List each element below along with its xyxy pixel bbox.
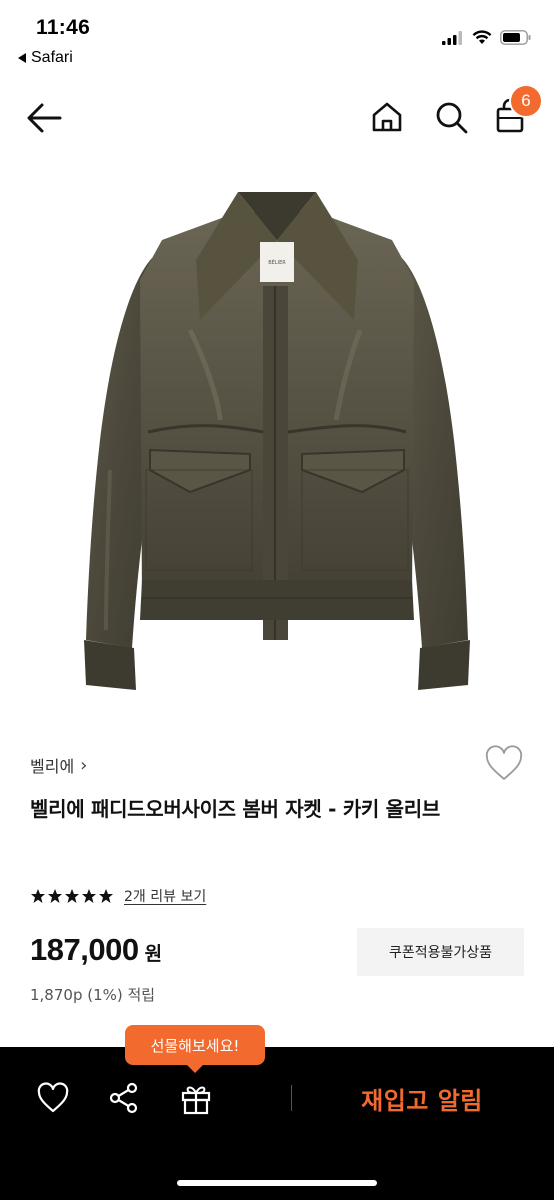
- price-row: 187,000 원: [30, 932, 162, 968]
- search-icon[interactable]: [432, 98, 470, 136]
- heart-icon[interactable]: [36, 1082, 70, 1114]
- brand-name: 벨리에: [30, 757, 75, 776]
- reward-points: 1,870p (1%) 적립: [30, 986, 156, 1004]
- home-indicator: [177, 1180, 377, 1186]
- chevron-right-icon: ›: [80, 754, 88, 776]
- review-link[interactable]: 2개 리뷰 보기: [124, 886, 206, 906]
- brand-link[interactable]: 벨리에 ›: [30, 753, 87, 777]
- cart-count-badge: 6: [509, 84, 543, 118]
- wishlist-heart-icon[interactable]: [484, 745, 524, 783]
- status-time: 11:46: [36, 16, 91, 39]
- star-icon: [65, 889, 79, 903]
- status-icons: [442, 30, 532, 45]
- back-app-label: Safari: [31, 49, 73, 66]
- star-icon: [99, 889, 113, 903]
- back-to-app-link[interactable]: Safari: [18, 49, 73, 67]
- cellular-signal-icon: [442, 30, 462, 45]
- price-unit: 원: [144, 943, 163, 965]
- bottom-bar-divider: [291, 1085, 292, 1111]
- share-icon[interactable]: [106, 1080, 142, 1116]
- home-icon[interactable]: [368, 98, 406, 136]
- gift-tooltip: 선물해보세요!: [125, 1025, 265, 1073]
- restock-alert-button[interactable]: 재입고 알림: [310, 1072, 534, 1124]
- svg-text:BÉLIER: BÉLIER: [268, 258, 286, 266]
- rating-row: 2개 리뷰 보기: [30, 886, 206, 906]
- price-value: 187,000: [30, 932, 139, 967]
- star-icon: [31, 889, 45, 903]
- back-arrow-icon[interactable]: [24, 98, 66, 138]
- product-title: 벨리에 패디드오버사이즈 봄버 자켓 - 카키 올리브: [30, 797, 440, 821]
- gift-icon[interactable]: [178, 1080, 214, 1116]
- back-triangle-icon: [18, 53, 26, 63]
- khaki-bomber-jacket-image: BÉLIER: [84, 192, 470, 690]
- coupon-status-tag: 쿠폰적용불가상품: [357, 928, 524, 976]
- wifi-icon: [472, 30, 492, 44]
- star-icon: [82, 889, 96, 903]
- star-rating: [30, 888, 114, 904]
- star-icon: [48, 889, 62, 903]
- battery-icon: [500, 30, 531, 45]
